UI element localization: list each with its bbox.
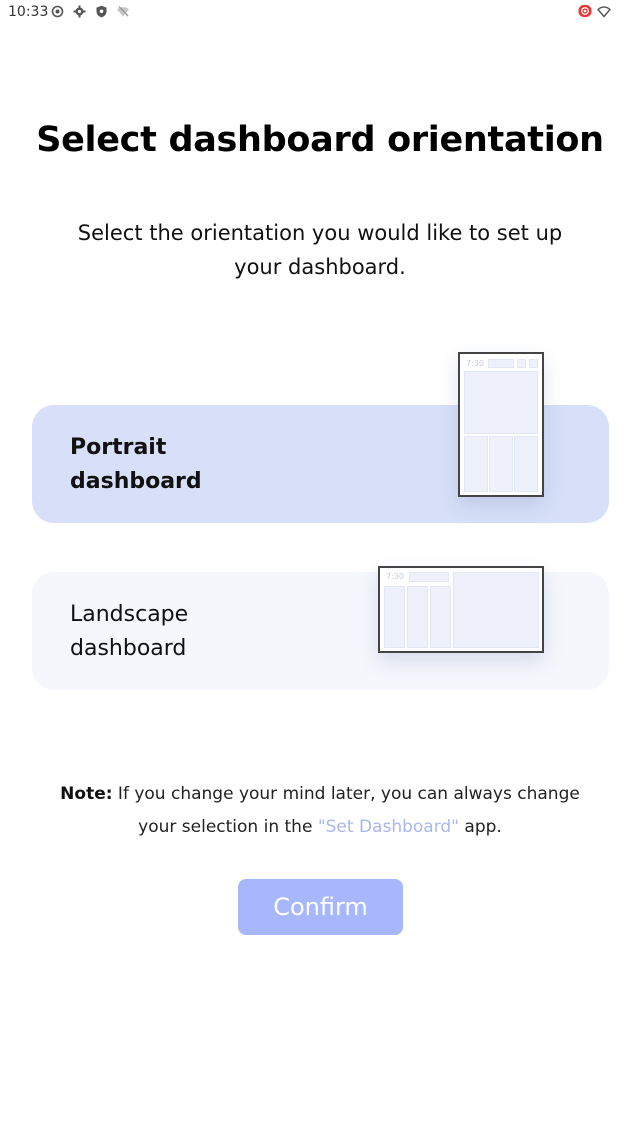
page-title: Select dashboard orientation <box>36 120 604 160</box>
landscape-preview-clock: 7:30 <box>386 572 404 581</box>
set-dashboard-link[interactable]: "Set Dashboard" <box>318 817 459 837</box>
preview-pane <box>453 572 539 648</box>
status-time: 10:33 <box>8 4 49 20</box>
record-red-icon <box>578 4 592 18</box>
preview-pane <box>529 359 538 368</box>
note-suffix: app. <box>459 817 502 837</box>
preview-pane <box>384 586 405 648</box>
note-text: Note: If you change your mind later, you… <box>40 778 600 844</box>
preview-pane <box>514 436 538 492</box>
preview-pane <box>430 586 451 648</box>
confirm-button[interactable]: Confirm <box>238 879 403 935</box>
preview-pane <box>464 371 538 434</box>
gear-icon <box>72 4 86 18</box>
status-bar: 10:33 <box>0 0 640 24</box>
preview-pane <box>464 436 488 492</box>
preview-pane <box>517 359 526 368</box>
portrait-option-label: Portrait dashboard <box>70 435 202 494</box>
wifi-icon <box>597 4 611 18</box>
portrait-preview-image: 7:30 <box>458 352 544 497</box>
record-icon <box>50 4 64 18</box>
landscape-option-label: Landscape dashboard <box>70 602 189 661</box>
wifi-off-icon <box>116 4 130 18</box>
page-subtitle: Select the orientation you would like to… <box>77 221 563 279</box>
preview-pane <box>409 572 449 582</box>
landscape-preview-image: 7:30 <box>378 566 544 653</box>
note-prefix: Note: <box>60 784 113 804</box>
portrait-preview-clock: 7:30 <box>466 359 484 368</box>
preview-pane <box>488 359 514 368</box>
shield-icon <box>94 4 108 18</box>
preview-pane <box>407 586 428 648</box>
preview-pane <box>489 436 513 492</box>
